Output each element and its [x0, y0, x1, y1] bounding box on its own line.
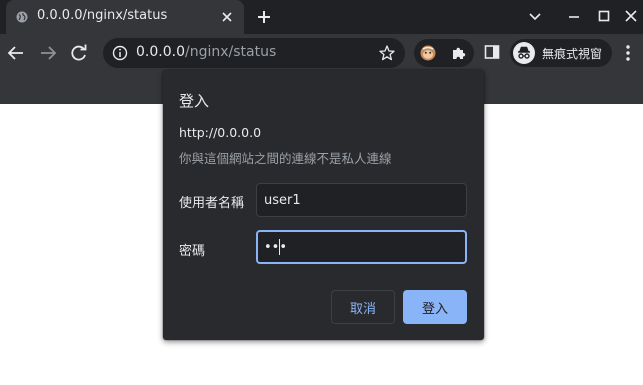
- password-field[interactable]: [256, 230, 467, 264]
- globe-icon: [16, 11, 28, 23]
- puzzle-icon[interactable]: [450, 44, 468, 62]
- reload-icon[interactable]: [68, 42, 90, 64]
- more-vert-icon[interactable]: [619, 42, 637, 64]
- star-icon[interactable]: [378, 44, 396, 62]
- browser-toolbar: 0.0.0.0/nginx/status 無痕式視窗: [0, 34, 643, 72]
- tab-strip: 0.0.0.0/nginx/status: [0, 0, 643, 34]
- dialog-title: 登入: [179, 92, 210, 110]
- url-text: 0.0.0.0/nginx/status: [136, 44, 276, 60]
- tab-title: 0.0.0.0/nginx/status: [37, 8, 168, 23]
- chevron-down-icon[interactable]: [524, 5, 546, 27]
- password-label: 密碼: [179, 244, 206, 259]
- forward-arrow-icon[interactable]: [37, 42, 59, 64]
- minimize-icon[interactable]: [563, 5, 585, 27]
- address-bar[interactable]: 0.0.0.0/nginx/status: [103, 38, 405, 68]
- url-host: 0.0.0.0: [136, 44, 185, 60]
- close-icon[interactable]: [218, 8, 236, 26]
- username-label: 使用者名稱: [179, 196, 245, 211]
- monkey-extension-icon[interactable]: [419, 44, 437, 62]
- maximize-icon[interactable]: [593, 5, 615, 27]
- incognito-label: 無痕式視窗: [542, 47, 603, 61]
- window-close-icon[interactable]: [620, 5, 642, 27]
- url-path: /nginx/status: [184, 44, 277, 60]
- incognito-indicator[interactable]: 無痕式視窗: [510, 39, 612, 67]
- incognito-icon: [513, 42, 535, 64]
- username-field[interactable]: [256, 183, 467, 217]
- extensions-group: [414, 39, 474, 67]
- sign-in-button[interactable]: 登入: [403, 290, 467, 324]
- back-arrow-icon[interactable]: [5, 42, 27, 64]
- sign-in-dialog: 登入 http://0.0.0.0 你與這個網站之間的連線不是私人連線 使用者名…: [163, 70, 484, 340]
- info-icon[interactable]: [112, 45, 128, 61]
- text-caret: [279, 239, 280, 255]
- connection-warning: 你與這個網站之間的連線不是私人連線: [179, 151, 392, 166]
- browser-tab[interactable]: 0.0.0.0/nginx/status: [6, 0, 244, 34]
- dialog-origin: http://0.0.0.0: [179, 125, 262, 140]
- side-panel-icon[interactable]: [483, 43, 501, 61]
- plus-icon[interactable]: [255, 8, 273, 26]
- cancel-button[interactable]: 取消: [331, 290, 395, 324]
